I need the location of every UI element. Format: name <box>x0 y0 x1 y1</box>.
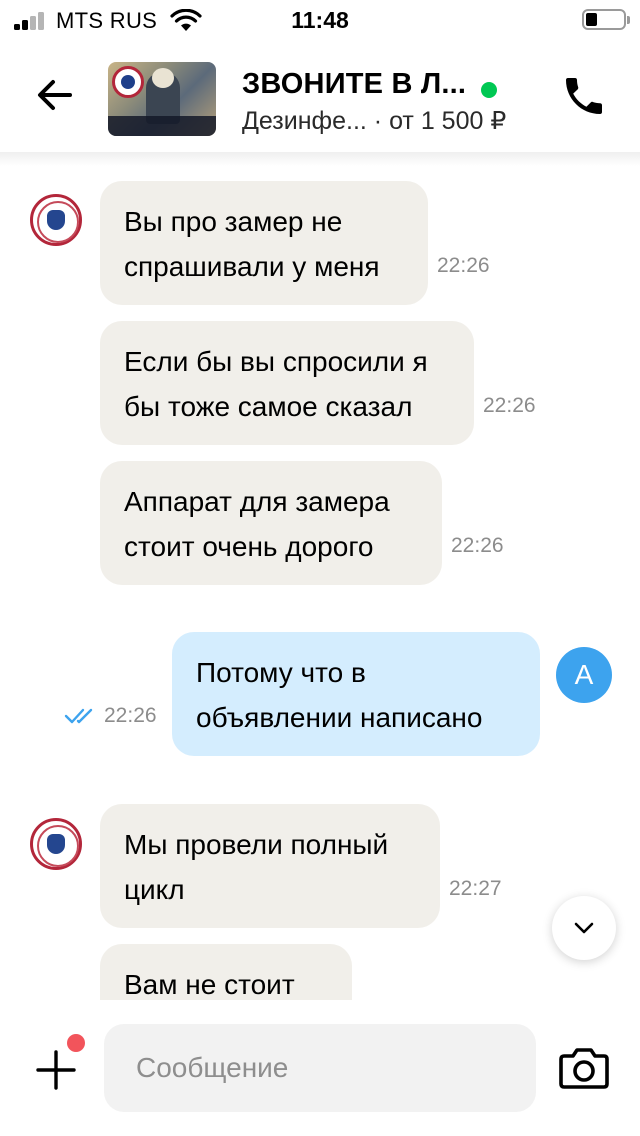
chat-header: ЗВОНИТЕ В Л... Дезинфе... · от 1 500 ₽ <box>0 40 640 152</box>
listing-thumbnail[interactable] <box>108 62 216 136</box>
message-time: 22:26 <box>451 534 504 557</box>
chat-subtitle: Дезинфе... · от 1 500 ₽ <box>242 106 506 136</box>
battery-icon <box>582 9 630 30</box>
company-logo-icon <box>112 66 144 98</box>
scroll-down-button[interactable] <box>552 896 616 960</box>
message-bubble[interactable]: Вам не стоит <box>100 944 352 1000</box>
read-checkmark-icon <box>64 708 93 724</box>
message-bubble[interactable]: Аппарат для замера стоит очень дорого <box>100 461 442 585</box>
message-bubble[interactable]: Если бы вы спросили я бы тоже самое сказ… <box>100 321 474 445</box>
message-bubble-outgoing[interactable]: Потому что в объявлении написано <box>172 632 540 756</box>
message-time: 22:27 <box>449 877 502 900</box>
chat-title[interactable]: ЗВОНИТЕ В Л... <box>242 68 466 101</box>
phone-icon[interactable] <box>560 72 608 120</box>
message-input[interactable] <box>104 1024 536 1112</box>
user-avatar[interactable]: А <box>556 647 612 703</box>
message-time: 22:26 <box>104 704 157 727</box>
status-bar: MTS RUS 11:48 <box>0 0 640 40</box>
subtitle-price: от 1 500 ₽ <box>389 107 507 135</box>
subtitle-service: Дезинфе... <box>242 107 367 135</box>
message-bubble[interactable]: Вы про замер не спрашивали у меня <box>100 181 428 305</box>
plus-icon[interactable] <box>36 1050 76 1090</box>
message-bubble[interactable]: Мы провели полный цикл <box>100 804 440 928</box>
notification-dot <box>67 1034 85 1052</box>
status-time: 11:48 <box>291 7 349 33</box>
message-list[interactable]: Вы про замер не спрашивали у меня 22:26 … <box>0 152 640 1000</box>
back-arrow-icon[interactable] <box>32 72 78 118</box>
camera-icon[interactable] <box>558 1046 610 1090</box>
message-time: 22:26 <box>483 394 536 417</box>
message-time: 22:26 <box>437 254 490 277</box>
sender-avatar[interactable] <box>30 818 82 870</box>
chevron-down-icon <box>574 922 594 934</box>
message-composer <box>0 1000 640 1136</box>
online-status-dot <box>481 82 497 98</box>
sender-avatar[interactable] <box>30 194 82 246</box>
subtitle-separator: · <box>373 107 390 135</box>
